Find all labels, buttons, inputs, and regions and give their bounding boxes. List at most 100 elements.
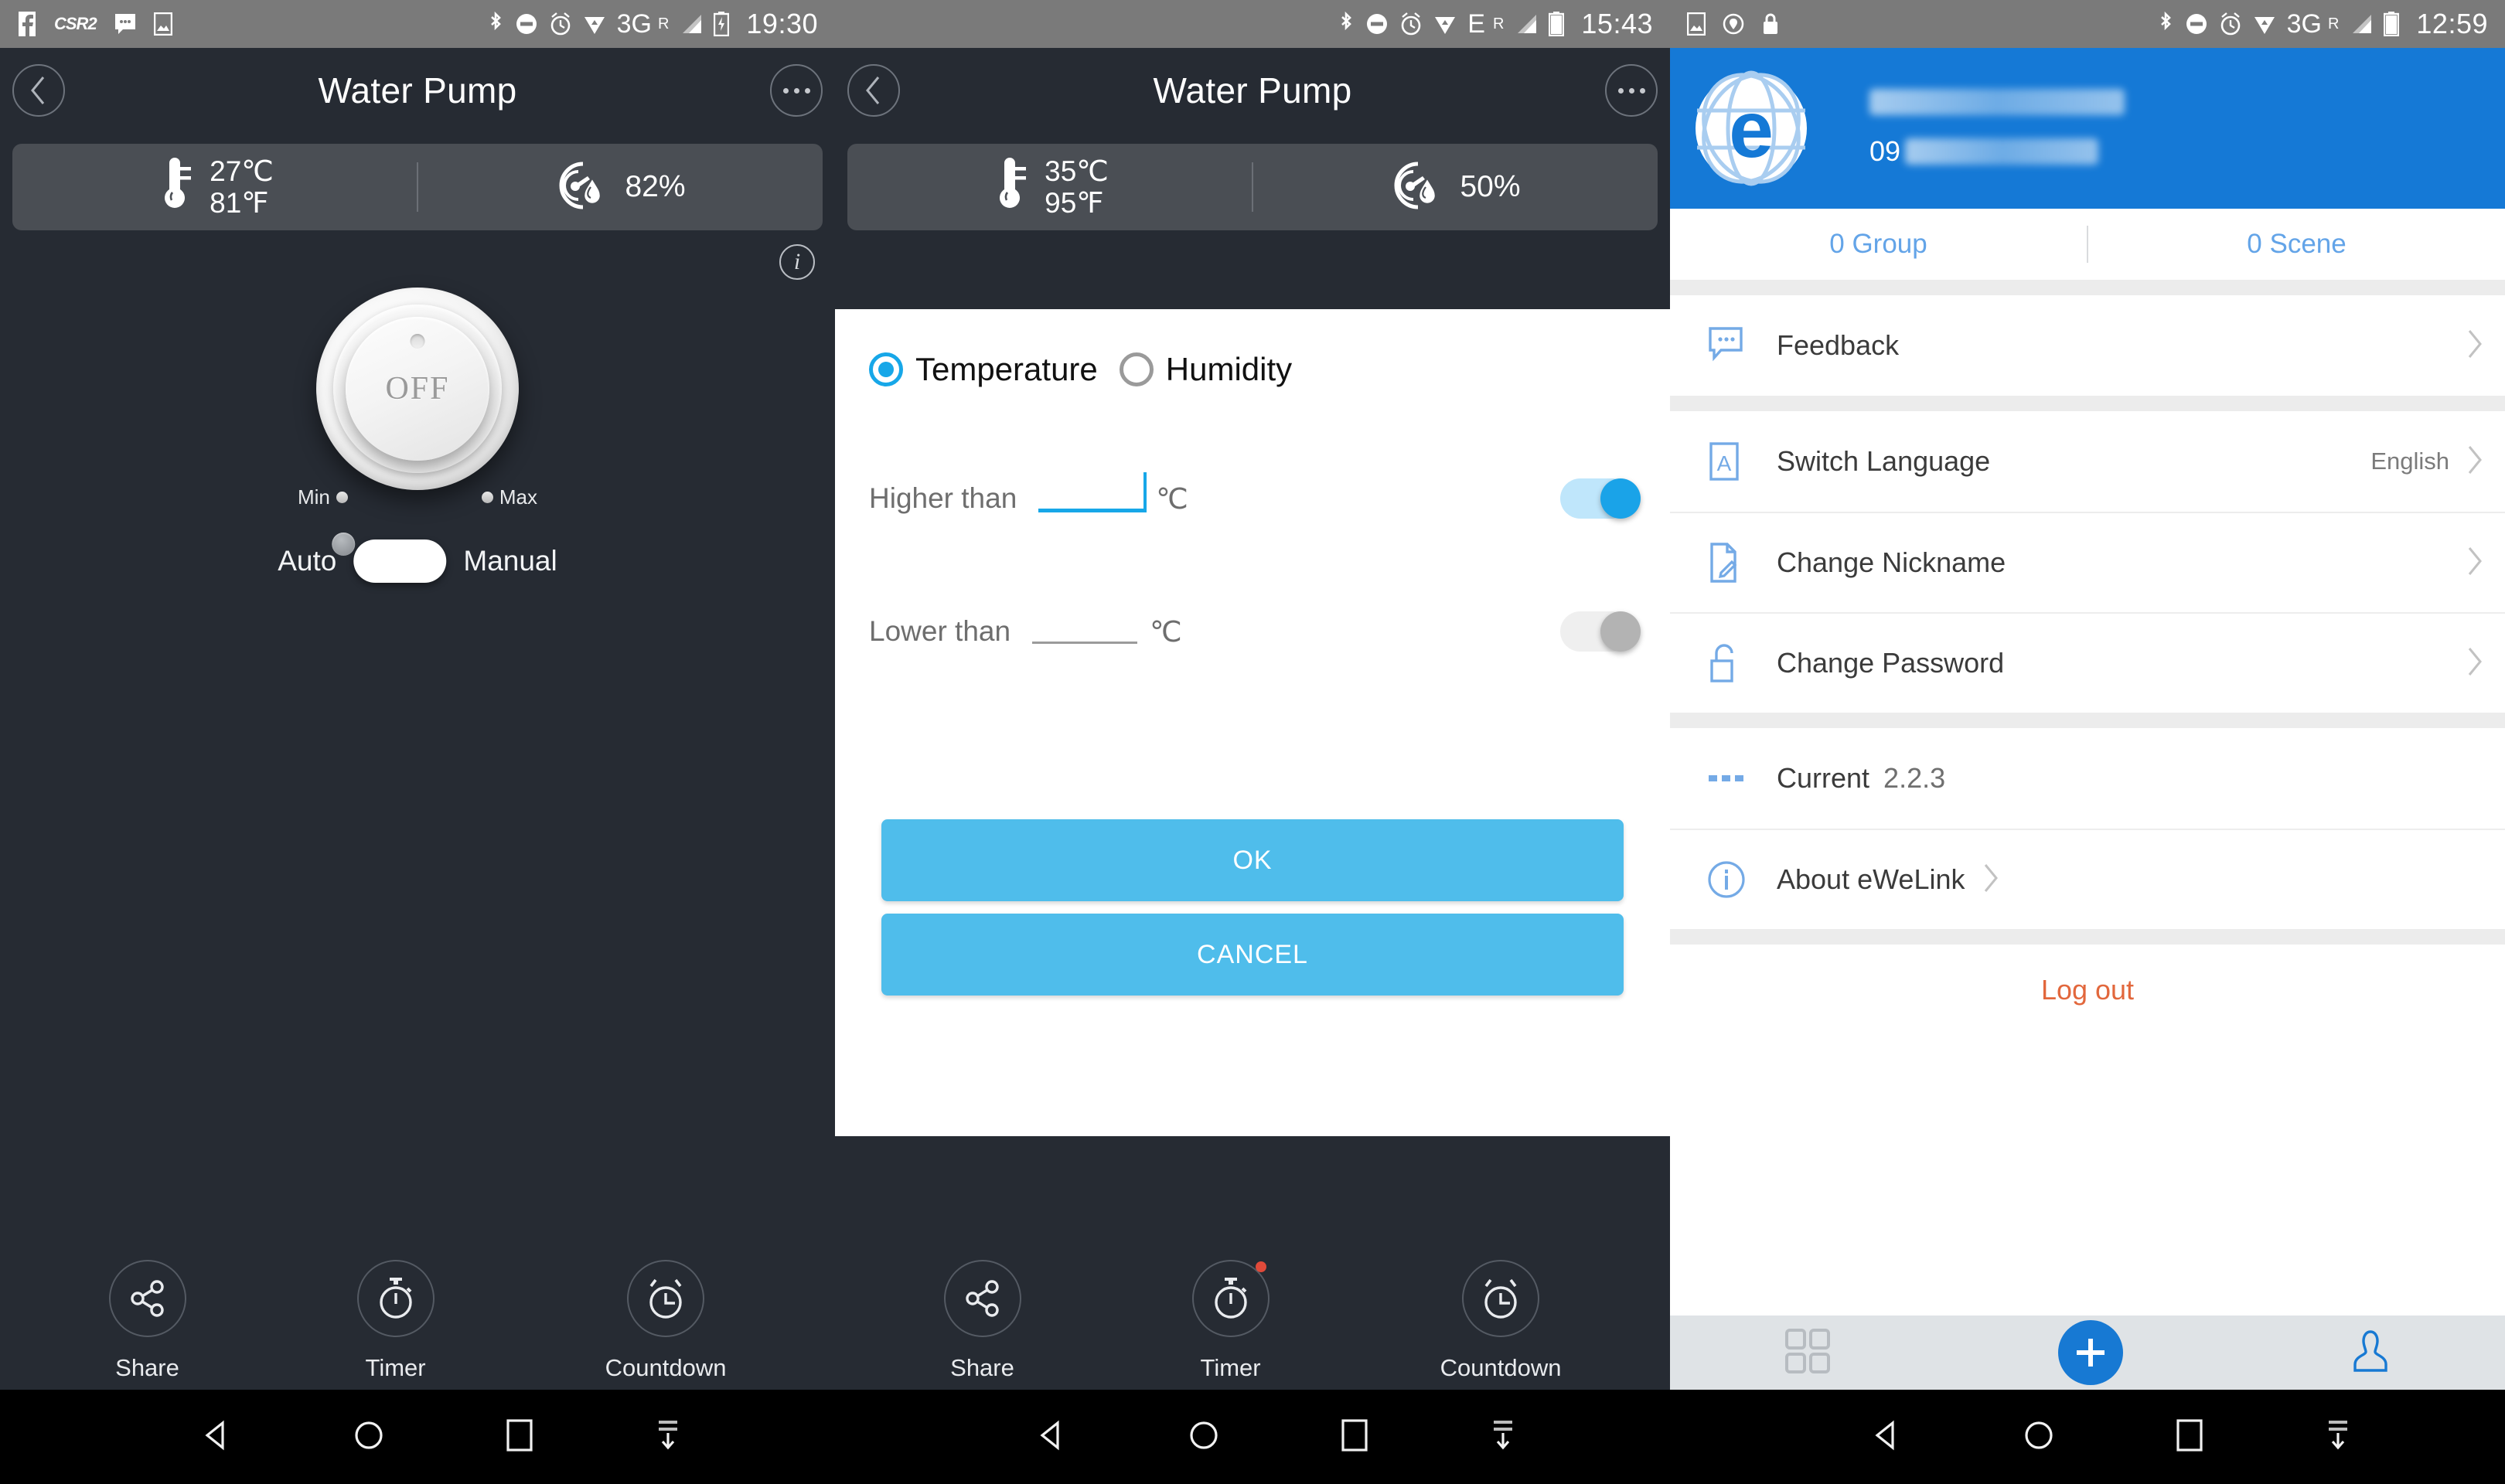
dnd-icon bbox=[1365, 12, 1389, 36]
humidity-readout: 82% bbox=[418, 158, 823, 217]
share-button[interactable] bbox=[943, 1260, 1021, 1337]
lower-than-label: Lower than bbox=[869, 615, 1011, 647]
settings-row-switch-language[interactable]: A Switch Language English bbox=[1670, 411, 2505, 512]
alarm-icon bbox=[2219, 12, 2242, 36]
account-info: 09 bbox=[1869, 89, 2125, 168]
radio-humidity-label: Humidity bbox=[1165, 351, 1293, 387]
messenger-icon bbox=[114, 12, 137, 36]
share-button[interactable] bbox=[108, 1260, 186, 1337]
condition-row-higher: Higher than ℃ bbox=[835, 456, 1670, 541]
settings-row-feedback[interactable]: Feedback bbox=[1670, 295, 2505, 396]
action-countdown[interactable]: Countdown bbox=[605, 1260, 726, 1382]
higher-than-switch[interactable] bbox=[1560, 478, 1641, 519]
hide-nav-icon[interactable] bbox=[1488, 1418, 1518, 1457]
network-type-label: 3G bbox=[616, 9, 652, 39]
radio-temperature-icon bbox=[869, 352, 903, 386]
section-separator bbox=[1670, 396, 2505, 411]
feedback-icon bbox=[1707, 325, 1755, 366]
grid-icon[interactable] bbox=[1784, 1327, 1832, 1379]
battery-charging-icon bbox=[714, 12, 730, 36]
back-button[interactable] bbox=[12, 64, 65, 117]
cancel-button[interactable]: CANCEL bbox=[881, 914, 1624, 996]
power-knob[interactable]: OFF bbox=[316, 288, 519, 490]
humidity-value: 82% bbox=[625, 170, 686, 203]
profile-icon[interactable] bbox=[2350, 1328, 2391, 1378]
action-share[interactable]: Share bbox=[108, 1260, 186, 1382]
group-scene-tabs: 0 Group 0 Scene bbox=[1670, 209, 2505, 280]
min-label: Min bbox=[298, 485, 330, 509]
timer-badge-icon bbox=[1255, 1261, 1266, 1272]
humidity-readout: 50% bbox=[1253, 158, 1658, 217]
network-roaming-label: R bbox=[1492, 15, 1505, 32]
share-label: Share bbox=[950, 1354, 1014, 1381]
device-header-middle: Water Pump bbox=[835, 48, 1670, 133]
humidity-value: 50% bbox=[1460, 170, 1521, 203]
lower-than-switch[interactable] bbox=[1560, 611, 1641, 652]
home-nav-icon[interactable] bbox=[2022, 1418, 2056, 1456]
temp-celsius: 27℃ bbox=[210, 155, 274, 187]
dnd-icon bbox=[515, 12, 538, 36]
thermometer-icon bbox=[155, 157, 196, 218]
android-status-bar-right: 3G R 12:59 bbox=[1670, 0, 2505, 48]
slider-thumb bbox=[332, 533, 356, 556]
more-options-button[interactable] bbox=[770, 64, 823, 117]
countdown-button[interactable] bbox=[1462, 1260, 1540, 1337]
action-timer[interactable]: Timer bbox=[356, 1260, 435, 1382]
thermometer-icon bbox=[990, 157, 1031, 218]
knob-min-max-labels: Min Max bbox=[298, 485, 537, 509]
max-bead-icon bbox=[481, 492, 493, 503]
settings-row-current-version[interactable]: Current 2.2.3 bbox=[1670, 728, 2505, 829]
settings-row-change-nickname[interactable]: Change Nickname bbox=[1670, 512, 2505, 612]
switch-thumb bbox=[1600, 611, 1641, 652]
switch-language-label: Switch Language bbox=[1777, 445, 1991, 477]
battery-icon bbox=[2384, 12, 2400, 36]
timer-button[interactable] bbox=[356, 1260, 435, 1337]
edit-doc-icon bbox=[1707, 542, 1755, 584]
timer-button[interactable] bbox=[1191, 1260, 1270, 1337]
auto-manual-slider[interactable] bbox=[332, 533, 447, 583]
home-nav-icon[interactable] bbox=[1187, 1418, 1221, 1456]
home-nav-icon[interactable] bbox=[352, 1418, 386, 1456]
action-countdown[interactable]: Countdown bbox=[1440, 1260, 1561, 1382]
back-nav-icon[interactable] bbox=[1033, 1417, 1070, 1458]
add-device-icon[interactable] bbox=[2057, 1320, 2123, 1385]
bluetooth-icon bbox=[2157, 11, 2174, 37]
radio-humidity[interactable]: Humidity bbox=[1119, 351, 1293, 388]
status-right-icons-middle: E R 15:43 bbox=[1338, 8, 1653, 40]
lower-than-input[interactable] bbox=[1032, 610, 1138, 653]
section-separator bbox=[1670, 280, 2505, 295]
chevron-right-icon bbox=[2466, 328, 2483, 363]
sensor-readout-card-left: 27℃ 81℉ 82% bbox=[12, 144, 823, 230]
countdown-button[interactable] bbox=[627, 1260, 705, 1337]
back-button[interactable] bbox=[847, 64, 900, 117]
recents-nav-icon[interactable] bbox=[503, 1418, 536, 1457]
higher-than-input[interactable] bbox=[1038, 472, 1147, 520]
more-options-button[interactable] bbox=[1605, 64, 1658, 117]
info-icon[interactable]: i bbox=[779, 244, 815, 280]
higher-input-underline bbox=[1038, 509, 1144, 512]
timer-label: Timer bbox=[1200, 1354, 1261, 1381]
hide-nav-icon[interactable] bbox=[653, 1418, 683, 1457]
tab-group[interactable]: 0 Group bbox=[1670, 229, 2087, 260]
username-masked bbox=[1869, 89, 2125, 115]
settings-row-change-password[interactable]: Change Password bbox=[1670, 612, 2505, 713]
recents-nav-icon[interactable] bbox=[1338, 1418, 1371, 1457]
back-nav-icon[interactable] bbox=[198, 1417, 235, 1458]
ewelink-account-header: e 09 bbox=[1670, 48, 2505, 209]
knob-mid-ring: OFF bbox=[333, 305, 502, 473]
recents-nav-icon[interactable] bbox=[2173, 1418, 2206, 1457]
facebook-icon bbox=[17, 12, 37, 36]
logout-row[interactable]: Log out bbox=[1670, 945, 2505, 1036]
radio-temperature[interactable]: Temperature bbox=[869, 351, 1098, 388]
tab-scene[interactable]: 0 Scene bbox=[2088, 229, 2505, 260]
mode-radio-group: Temperature Humidity bbox=[835, 309, 1670, 388]
action-share[interactable]: Share bbox=[943, 1260, 1021, 1382]
hide-nav-icon[interactable] bbox=[2323, 1418, 2353, 1457]
action-timer[interactable]: Timer bbox=[1191, 1260, 1270, 1382]
chevron-right-icon bbox=[1982, 863, 1999, 897]
page-title: Water Pump bbox=[318, 70, 517, 111]
settings-row-about[interactable]: About eWeLink bbox=[1670, 829, 2505, 929]
ok-button[interactable]: OK bbox=[881, 819, 1624, 901]
more-options-icon bbox=[782, 87, 810, 94]
back-nav-icon[interactable] bbox=[1868, 1417, 1905, 1458]
